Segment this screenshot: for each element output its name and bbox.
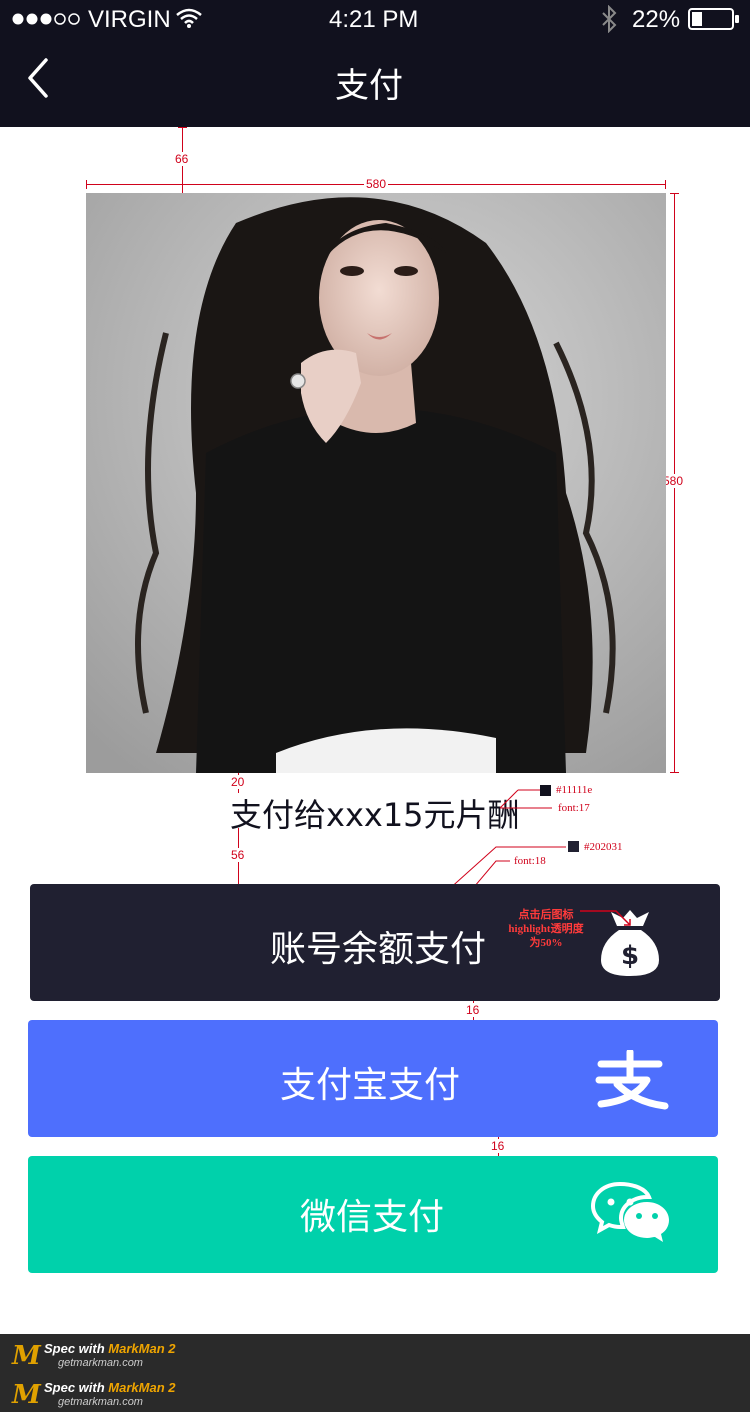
nav-bar: 支付 [0,38,750,127]
wechat-pay-label: 微信支付 [300,1197,445,1238]
profile-photo [86,193,666,773]
chevron-left-icon [28,58,48,98]
spec-text-color: #11111e [556,784,593,796]
spec-tick [86,180,87,189]
svg-text:$: $ [621,941,639,971]
signal-icon [12,12,82,31]
wechat-icon [590,1180,672,1254]
battery-percent: 22% [632,6,681,33]
battery-icon [688,8,740,35]
spec-top-margin-label: 66 [175,152,189,166]
spec-tick [670,193,679,194]
markman-brand: Spec with MarkMan 2 [44,1341,176,1356]
bluetooth-icon [600,4,618,38]
markman-brand: Spec with MarkMan 2 [44,1380,176,1395]
markman-brand-prefix: Spec with [44,1341,109,1356]
balance-pay-label: 账号余额支付 [270,929,487,970]
markman-badge: M Spec with MarkMan 2 getmarkman.com [12,1339,232,1371]
page-title: 支付 [335,66,403,106]
markman-badge: M Spec with MarkMan 2 getmarkman.com [12,1378,232,1410]
spec-tick [670,772,679,773]
markman-domain: getmarkman.com [58,1357,143,1369]
spec-gap-label: 20 [231,775,245,789]
status-bar: VIRGIN 4:21 PM 22% [0,0,750,38]
spec-gap-label: 56 [231,848,245,862]
markman-logo-icon: M [12,1341,41,1371]
spec-tick [178,127,187,128]
spec-text-font: font:17 [558,802,590,814]
portrait-image [86,193,666,773]
spec-gap-label: 16 [466,1003,480,1017]
spec-note-line: 为50% [529,937,563,949]
alipay-button[interactable]: 支付宝支付 [28,1020,718,1137]
spec-leader-lines [499,789,552,809]
spec-button-color: #202031 [584,841,623,853]
spec-tick [665,180,666,189]
markman-brand-prefix: Spec with [44,1380,109,1395]
spec-height-label: 580 [663,474,684,488]
markman-domain: getmarkman.com [58,1396,143,1408]
markman-brand-name: MarkMan 2 [108,1380,176,1395]
spec-leader-lines [580,910,631,926]
alipay-icon [591,1048,669,1114]
back-button[interactable] [20,56,60,100]
spec-width-label: 580 [364,177,389,191]
wechat-pay-button[interactable]: 微信支付 [28,1156,718,1273]
markman-logo-icon: M [12,1380,41,1410]
alipay-label: 支付宝支付 [280,1065,461,1106]
markman-brand-name: MarkMan 2 [108,1341,176,1356]
balance-pay-button[interactable]: 账号余额支付 $ [30,884,720,1001]
spec-gap-label: 16 [491,1139,505,1153]
markman-footer: M Spec with MarkMan 2 getmarkman.com M S… [0,1334,750,1412]
clock: 4:21 PM [329,6,419,33]
payment-description: 支付给xxx15元片酬 [230,796,520,834]
carrier-name: VIRGIN [88,6,171,33]
wifi-icon [176,8,202,33]
